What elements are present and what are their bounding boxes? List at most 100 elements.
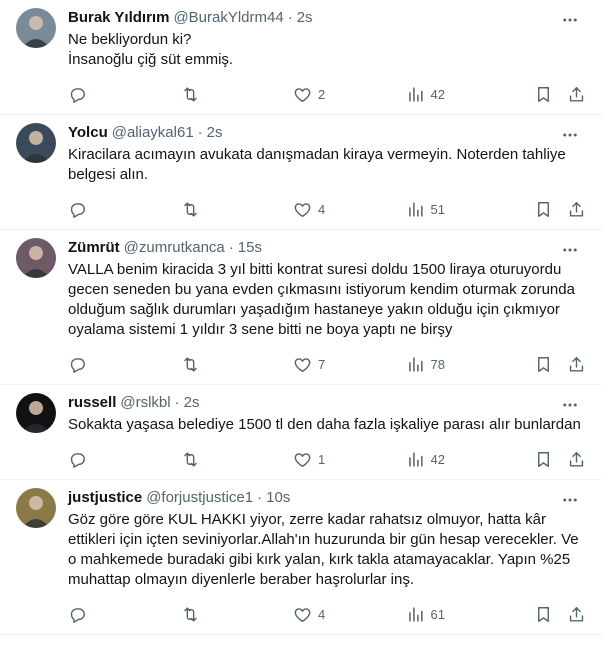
retweet-button[interactable] bbox=[181, 598, 289, 630]
views-icon bbox=[408, 201, 423, 217]
more-options-button[interactable] bbox=[560, 125, 580, 145]
tweet-text: Kiracilara acımayın avukata danışmadan k… bbox=[68, 146, 570, 183]
bookmark-button[interactable] bbox=[534, 348, 553, 380]
tweet[interactable]: justjustice @forjustjustice1 · 10s Göz g… bbox=[0, 480, 602, 635]
retweet-icon bbox=[183, 356, 197, 372]
reply-icon bbox=[70, 87, 85, 103]
bookmark-icon bbox=[538, 606, 549, 622]
bookmark-icon bbox=[538, 86, 549, 102]
timestamp[interactable]: 2s bbox=[207, 123, 223, 143]
display-name[interactable]: Burak Yıldırım bbox=[68, 8, 169, 28]
like-button[interactable]: 7 bbox=[293, 348, 401, 380]
reply-button[interactable] bbox=[68, 598, 176, 630]
like-button[interactable]: 4 bbox=[293, 598, 401, 630]
reply-button[interactable] bbox=[68, 78, 176, 110]
bookmark-icon bbox=[538, 356, 549, 372]
share-button[interactable] bbox=[567, 193, 586, 225]
share-icon bbox=[569, 86, 584, 102]
display-name[interactable]: Yolcu bbox=[68, 123, 108, 143]
tweet-header: Zümrüt @zumrutkanca · 15s bbox=[68, 238, 586, 258]
share-button[interactable] bbox=[567, 598, 586, 630]
retweet-icon bbox=[183, 451, 197, 467]
tweet-actions: 7 78 bbox=[68, 344, 586, 384]
like-count: 1 bbox=[318, 451, 326, 467]
timestamp[interactable]: 10s bbox=[266, 488, 290, 508]
display-name[interactable]: justjustice bbox=[68, 488, 142, 508]
share-button[interactable] bbox=[567, 443, 586, 475]
avatar[interactable] bbox=[16, 123, 56, 163]
more-options-button[interactable] bbox=[560, 490, 580, 510]
retweet-icon bbox=[183, 201, 197, 217]
share-button[interactable] bbox=[567, 348, 586, 380]
avatar[interactable] bbox=[16, 8, 56, 48]
views-icon bbox=[408, 451, 423, 467]
bookmark-button[interactable] bbox=[534, 443, 553, 475]
more-options-button[interactable] bbox=[560, 395, 580, 415]
tweet-header: Burak Yıldırım @BurakYldrm44 · 2s bbox=[68, 8, 586, 28]
like-button[interactable]: 1 bbox=[293, 443, 401, 475]
more-horizontal-icon bbox=[563, 18, 577, 22]
views-count: 61 bbox=[430, 606, 445, 622]
retweet-icon bbox=[183, 86, 197, 102]
views-button[interactable]: 78 bbox=[406, 348, 516, 380]
retweet-button[interactable] bbox=[181, 78, 289, 110]
share-icon bbox=[569, 451, 584, 467]
timestamp[interactable]: 15s bbox=[238, 238, 262, 258]
avatar[interactable] bbox=[16, 488, 56, 528]
tweet-header: russell @rslkbl · 2s bbox=[68, 393, 586, 413]
heart-icon bbox=[294, 202, 311, 217]
more-horizontal-icon bbox=[563, 403, 577, 407]
timestamp[interactable]: 2s bbox=[184, 393, 200, 413]
heart-icon bbox=[294, 607, 311, 622]
views-button[interactable]: 51 bbox=[406, 193, 516, 225]
retweet-button[interactable] bbox=[181, 193, 289, 225]
timestamp[interactable]: 2s bbox=[297, 8, 313, 28]
reply-icon bbox=[70, 202, 85, 218]
tweet[interactable]: Yolcu @aliaykal61 · 2s Kiracilara acımay… bbox=[0, 115, 602, 230]
tweet-header: Yolcu @aliaykal61 · 2s bbox=[68, 123, 586, 143]
more-options-button[interactable] bbox=[560, 240, 580, 260]
tweet[interactable]: Zümrüt @zumrutkanca · 15s VALLA benim ki… bbox=[0, 230, 602, 385]
reply-button[interactable] bbox=[68, 348, 176, 380]
views-icon bbox=[408, 606, 423, 622]
bookmark-button[interactable] bbox=[534, 78, 553, 110]
share-icon bbox=[569, 356, 584, 372]
heart-icon bbox=[294, 452, 311, 467]
user-handle[interactable]: @BurakYldrm44 bbox=[173, 8, 283, 28]
reply-button[interactable] bbox=[68, 193, 176, 225]
bookmark-icon bbox=[538, 201, 549, 217]
heart-icon bbox=[294, 357, 311, 372]
share-icon bbox=[569, 201, 584, 217]
tweet-actions: 4 61 bbox=[68, 594, 586, 634]
bookmark-button[interactable] bbox=[534, 193, 553, 225]
reply-icon bbox=[70, 607, 85, 623]
tweet[interactable]: Burak Yıldırım @BurakYldrm44 · 2s Ne bek… bbox=[0, 0, 602, 115]
reply-button[interactable] bbox=[68, 443, 176, 475]
bookmark-button[interactable] bbox=[534, 598, 553, 630]
tweet[interactable]: russell @rslkbl · 2s Sokakta yaşasa bele… bbox=[0, 385, 602, 480]
views-button[interactable]: 42 bbox=[406, 443, 516, 475]
views-count: 42 bbox=[430, 451, 445, 467]
tweet-text: VALLA benim kiracida 3 yıl bitti kontrat… bbox=[68, 261, 580, 338]
separator-dot: · bbox=[197, 124, 203, 141]
heart-icon bbox=[294, 87, 311, 102]
retweet-button[interactable] bbox=[181, 443, 289, 475]
more-horizontal-icon bbox=[563, 248, 577, 252]
separator-dot: · bbox=[228, 239, 234, 256]
user-handle[interactable]: @zumrutkanca bbox=[124, 238, 225, 258]
user-handle[interactable]: @rslkbl bbox=[120, 393, 170, 413]
avatar[interactable] bbox=[16, 393, 56, 433]
more-options-button[interactable] bbox=[560, 10, 580, 30]
views-button[interactable]: 42 bbox=[406, 78, 516, 110]
views-button[interactable]: 61 bbox=[406, 598, 516, 630]
tweet-actions: 4 51 bbox=[68, 189, 586, 229]
retweet-button[interactable] bbox=[181, 348, 289, 380]
share-button[interactable] bbox=[567, 78, 586, 110]
like-button[interactable]: 2 bbox=[293, 78, 401, 110]
like-button[interactable]: 4 bbox=[293, 193, 401, 225]
avatar[interactable] bbox=[16, 238, 56, 278]
user-handle[interactable]: @forjustjustice1 bbox=[146, 488, 253, 508]
user-handle[interactable]: @aliaykal61 bbox=[112, 123, 194, 143]
display-name[interactable]: Zümrüt bbox=[68, 238, 120, 258]
display-name[interactable]: russell bbox=[68, 393, 116, 413]
